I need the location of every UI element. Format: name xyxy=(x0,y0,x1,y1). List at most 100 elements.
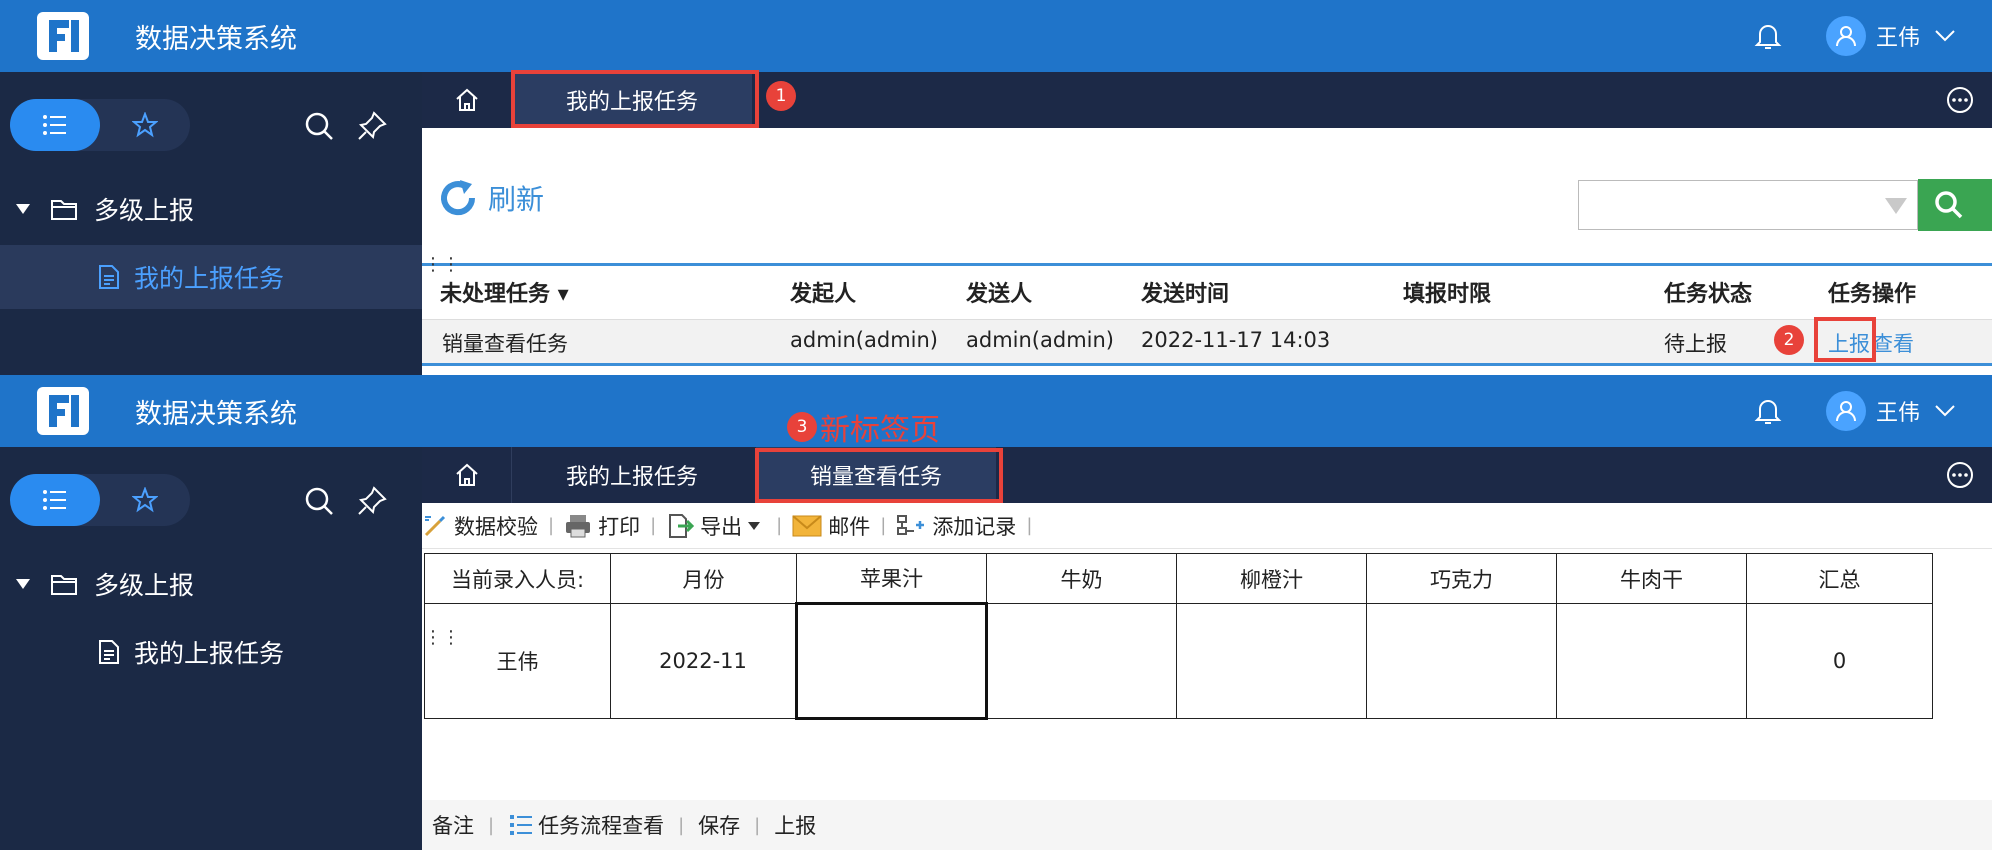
column-header-task[interactable]: 未处理任务 ▾ xyxy=(440,276,569,308)
bell-icon[interactable] xyxy=(1753,395,1783,427)
printer-icon xyxy=(566,514,591,537)
user-menu[interactable]: 王伟 xyxy=(1826,389,1956,433)
user-menu[interactable]: 王伟 xyxy=(1826,14,1956,58)
more-icon[interactable] xyxy=(1946,461,1974,489)
submit-report-button[interactable]: 上报 xyxy=(774,810,816,840)
app-title: 数据决策系统 xyxy=(135,399,297,430)
bell-icon[interactable] xyxy=(1753,20,1783,52)
favorites-button[interactable] xyxy=(100,99,190,151)
star-icon xyxy=(132,112,158,138)
remark-button[interactable]: 备注 xyxy=(432,810,474,840)
cell-initiator: admin(admin) xyxy=(790,328,938,352)
user-name: 王伟 xyxy=(1876,26,1921,51)
form-cell-orange-juice-input[interactable] xyxy=(1176,603,1367,719)
chevron-down-icon xyxy=(1935,30,1955,42)
folder-icon xyxy=(51,575,77,595)
view-link[interactable]: 查看 xyxy=(1872,328,1914,358)
step-badge-1: 1 xyxy=(766,81,796,111)
export-button[interactable]: 导出 xyxy=(666,511,766,541)
column-header-operation: 任务操作 xyxy=(1828,282,1917,307)
caret-down-icon xyxy=(16,579,30,589)
home-icon xyxy=(455,463,478,486)
list-view-button[interactable] xyxy=(10,99,100,151)
document-icon xyxy=(99,265,119,289)
more-icon[interactable] xyxy=(1946,86,1974,114)
sidebar-item-my-report-tasks[interactable]: 我的上报任务 xyxy=(0,620,422,684)
report-form-table: 当前录入人员: 月份 苹果汁 牛奶 柳橙汁 巧克力 牛肉干 汇总 王伟 2022… xyxy=(424,553,1933,720)
list-view-button[interactable] xyxy=(10,474,100,526)
cell-send-time: 2022-11-17 14:03 xyxy=(1141,328,1331,352)
sidebar-mode-toggle xyxy=(10,474,190,526)
form-cell-chocolate-input[interactable] xyxy=(1366,603,1557,719)
form-header-total: 汇总 xyxy=(1746,553,1933,604)
form-header-milk: 牛奶 xyxy=(986,553,1177,604)
sidebar-item-my-report-tasks[interactable]: 我的上报任务 xyxy=(0,245,422,309)
toolbar-separator: | xyxy=(650,515,657,536)
search-icon[interactable] xyxy=(303,485,335,517)
email-label: 邮件 xyxy=(828,514,871,539)
add-record-label: 添加记录 xyxy=(932,514,1017,539)
highlight-box-tab xyxy=(511,70,759,128)
form-header-month: 月份 xyxy=(610,553,797,604)
data-validate-button[interactable]: 数据校验 xyxy=(422,511,538,541)
cell-status: 待上报 xyxy=(1664,332,1727,356)
bottom-separator: | xyxy=(488,814,495,836)
app-title: 数据决策系统 xyxy=(135,24,297,55)
tree-folder-multilevel[interactable]: 多级上报 xyxy=(0,184,422,234)
pin-icon[interactable] xyxy=(356,110,388,142)
caret-down-icon xyxy=(16,204,30,214)
drag-handle-icon[interactable]: ⋮⋮ xyxy=(424,256,460,274)
toolbar-separator: | xyxy=(776,515,783,536)
add-record-button[interactable]: 添加记录 xyxy=(896,511,1016,541)
screen-task-list: 数据决策系统 王伟 多级上报 我的上报任务 我的上报任务 1 刷新 ⋮⋮ 未处理… xyxy=(0,0,1992,375)
highlight-box-new-tab xyxy=(755,448,1003,503)
refresh-icon xyxy=(441,180,476,216)
form-cell-beef-jerky-input[interactable] xyxy=(1556,603,1747,719)
export-label: 导出 xyxy=(700,514,743,539)
table-top-border xyxy=(422,263,1992,266)
user-name: 王伟 xyxy=(1876,401,1921,426)
search-input[interactable] xyxy=(1578,180,1918,230)
mail-icon xyxy=(792,514,822,536)
form-header-chocolate: 巧克力 xyxy=(1366,553,1557,604)
sidebar-item-label: 我的上报任务 xyxy=(134,264,285,293)
save-button[interactable]: 保存 xyxy=(698,810,740,840)
sidebar: 多级上报 我的上报任务 xyxy=(0,447,422,850)
cell-task-name: 销量查看任务 xyxy=(442,332,568,356)
favorites-button[interactable] xyxy=(100,474,190,526)
top-bar: 数据决策系统 王伟 xyxy=(0,0,1992,72)
form-header-apple-juice: 苹果汁 xyxy=(796,553,987,604)
star-icon xyxy=(132,487,158,513)
task-flow-button[interactable]: 任务流程查看 xyxy=(508,810,664,840)
form-header-entry-person: 当前录入人员: xyxy=(424,553,611,604)
task-list-content: 刷新 ⋮⋮ 未处理任务 ▾ 发起人 发送人 发送时间 填报时限 任务状态 任务操… xyxy=(422,128,1992,375)
user-icon xyxy=(1836,401,1856,422)
toolbar-separator: | xyxy=(880,515,887,536)
email-button[interactable]: 邮件 xyxy=(792,511,870,541)
new-tab-annotation: 新标签页 xyxy=(820,413,940,448)
form-cell-entry-person: 王伟 xyxy=(424,603,611,719)
column-header-initiator: 发起人 xyxy=(790,282,857,307)
form-cell-milk-input[interactable] xyxy=(986,603,1177,719)
wand-icon xyxy=(424,515,446,536)
pin-icon[interactable] xyxy=(356,485,388,517)
home-tab[interactable] xyxy=(422,72,512,128)
print-button[interactable]: 打印 xyxy=(564,511,640,541)
form-cell-apple-juice-input[interactable] xyxy=(795,602,988,720)
search-icon[interactable] xyxy=(303,110,335,142)
toolbar-separator: | xyxy=(1026,515,1033,536)
home-tab[interactable] xyxy=(422,447,512,503)
search-button[interactable] xyxy=(1918,179,1992,231)
task-flow-label: 任务流程查看 xyxy=(538,814,665,838)
form-header-beef-jerky: 牛肉干 xyxy=(1556,553,1747,604)
refresh-button[interactable]: 刷新 xyxy=(438,178,544,218)
sidebar: 多级上报 我的上报任务 xyxy=(0,72,422,375)
column-header-deadline: 填报时限 xyxy=(1403,282,1492,307)
caret-down-icon xyxy=(748,521,761,530)
dropdown-triangle-icon xyxy=(1885,198,1907,214)
home-icon xyxy=(455,88,478,111)
tree-folder-multilevel[interactable]: 多级上报 xyxy=(0,559,422,609)
tab-my-report-tasks[interactable]: 我的上报任务 xyxy=(512,447,752,503)
top-bar: 数据决策系统 3 新标签页 王伟 xyxy=(0,375,1992,448)
form-bottom-bar: 备注 | 任务流程查看 | 保存 | 上报 xyxy=(422,800,1992,850)
